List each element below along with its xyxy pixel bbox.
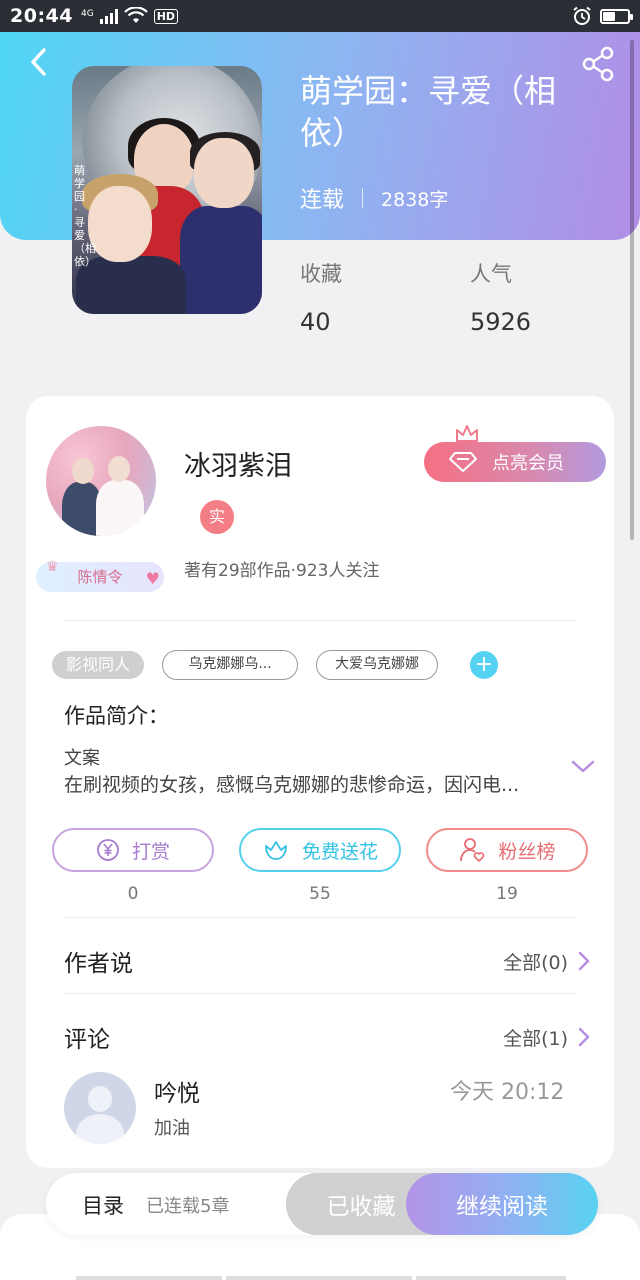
book-status: 连载: [300, 188, 345, 213]
diamond-icon: [449, 452, 477, 472]
divider: [64, 917, 576, 918]
yen-coin-icon: [97, 839, 119, 861]
vip-tag: ♛ 陈情令 ♥: [36, 559, 164, 592]
crown-icon: ♛: [46, 559, 59, 575]
back-button[interactable]: [20, 44, 56, 80]
intro-heading: 作品简介：: [64, 704, 169, 728]
comments-count: 全部(1): [503, 1027, 568, 1050]
flower-icon: [265, 841, 287, 860]
add-tag-button[interactable]: +: [470, 651, 499, 679]
commenter-name[interactable]: 吟悦: [154, 1074, 200, 1108]
book-title: 萌学园：寻爱（相依）: [300, 72, 557, 152]
reward-button[interactable]: 打赏: [52, 828, 214, 872]
comment-text[interactable]: 加油: [154, 1114, 190, 1140]
author-avatar[interactable]: [46, 426, 156, 536]
chevron-right-icon: [578, 1027, 590, 1047]
vip-tag-label: 陈情令: [77, 568, 123, 586]
table-of-contents-button[interactable]: 目录: [82, 1190, 124, 1220]
membership-label: 点亮会员: [492, 453, 564, 474]
alarm-icon: [573, 6, 591, 25]
author-says-row[interactable]: 作者说 全部(0): [64, 944, 590, 978]
tag-list: 影视同人 乌克娜娜乌... 大爱乌克娜娜 +: [52, 650, 499, 680]
fans-count: 19: [496, 884, 518, 904]
author-says-count: 全部(0): [503, 951, 568, 974]
reward-count: 0: [127, 884, 139, 904]
hd-icon: HD: [153, 8, 179, 24]
stat-popularity: 人气 5926: [470, 258, 531, 336]
continue-reading-label: 继续阅读: [456, 1194, 548, 1220]
genre-tag[interactable]: 影视同人: [52, 651, 145, 679]
chevron-left-icon: [31, 48, 46, 76]
chevron-right-icon: [578, 951, 590, 971]
network-type-label: 4G: [80, 9, 94, 19]
action-buttons: 打赏 0 免费送花 55 粉丝榜 19: [52, 828, 588, 904]
stat-label: 收藏: [300, 262, 342, 286]
status-left-icons: 4G HD: [80, 7, 179, 25]
wifi-icon: [123, 7, 148, 23]
stat-label: 人气: [470, 262, 512, 286]
comments-title: 评论: [64, 1027, 110, 1053]
stat-value: 40: [300, 308, 331, 336]
fan-user-icon: [460, 838, 485, 862]
divider: [64, 993, 576, 994]
stat-value: 5926: [470, 308, 532, 336]
fan-ranking-button[interactable]: 粉丝榜: [426, 828, 588, 872]
tag-item[interactable]: 乌克娜娜乌...: [162, 650, 299, 680]
word-count: 2838字: [381, 188, 449, 211]
flower-label: 免费送花: [301, 840, 378, 863]
collected-label: 已收藏: [326, 1194, 396, 1220]
status-bar: 20:44 4G HD: [0, 0, 640, 32]
flower-action: 免费送花 55: [239, 828, 401, 904]
meta-divider: [362, 188, 364, 208]
stat-favorites: 收藏 40: [300, 258, 342, 336]
comments-more[interactable]: 全部(1): [503, 1024, 590, 1051]
comment-time: 今天 20:12: [450, 1080, 565, 1105]
send-flower-button[interactable]: 免费送花: [239, 828, 401, 872]
divider: [64, 620, 576, 621]
verified-badge: 实: [200, 500, 234, 534]
fans-action: 粉丝榜 19: [426, 828, 588, 904]
intro-text[interactable]: 在刷视频的女孩，感慨乌克娜娜的悲惨命运，因闪电...: [64, 770, 554, 797]
book-detail-card: ♛ 陈情令 ♥ 冰羽紫泪 实 著有29部作品·923人关注 点亮会员 影视同人 …: [26, 396, 614, 1168]
heart-icon: ♥: [145, 569, 160, 588]
flower-count: 55: [309, 884, 331, 904]
scrollbar[interactable]: [630, 40, 634, 540]
activate-membership-button[interactable]: 点亮会员: [424, 442, 606, 482]
cover-title-text: 萌学园·寻爱（相依）: [74, 164, 96, 268]
commenter-avatar[interactable]: [64, 1072, 136, 1144]
book-cover[interactable]: 萌学园·寻爱（相依）: [72, 66, 262, 314]
author-says-more[interactable]: 全部(0): [503, 948, 590, 975]
bottom-action-bar: 目录 已连载5章 已收藏 继续阅读: [46, 1173, 598, 1235]
signal-icon: [99, 8, 118, 24]
status-right-icons: [572, 6, 633, 26]
battery-icon: [600, 8, 633, 24]
continue-reading-button[interactable]: 继续阅读: [406, 1173, 598, 1235]
reward-action: 打赏 0: [52, 828, 214, 904]
author-stats: 著有29部作品·923人关注: [184, 561, 380, 581]
tag-item[interactable]: 大爱乌克娜娜: [316, 650, 439, 680]
intro-label: 文案: [64, 748, 100, 769]
status-time: 20:44: [10, 5, 73, 27]
author-name[interactable]: 冰羽紫泪: [184, 444, 292, 483]
chapter-count: 已连载5章: [146, 1196, 230, 1217]
crown-icon: [456, 425, 478, 442]
chevron-down-icon[interactable]: [570, 758, 596, 776]
book-meta: 连载 2838字: [300, 182, 448, 214]
reward-label: 打赏: [131, 840, 170, 863]
author-says-title: 作者说: [64, 951, 133, 977]
comments-row[interactable]: 评论 全部(1): [64, 1020, 590, 1054]
fans-label: 粉丝榜: [498, 840, 556, 863]
